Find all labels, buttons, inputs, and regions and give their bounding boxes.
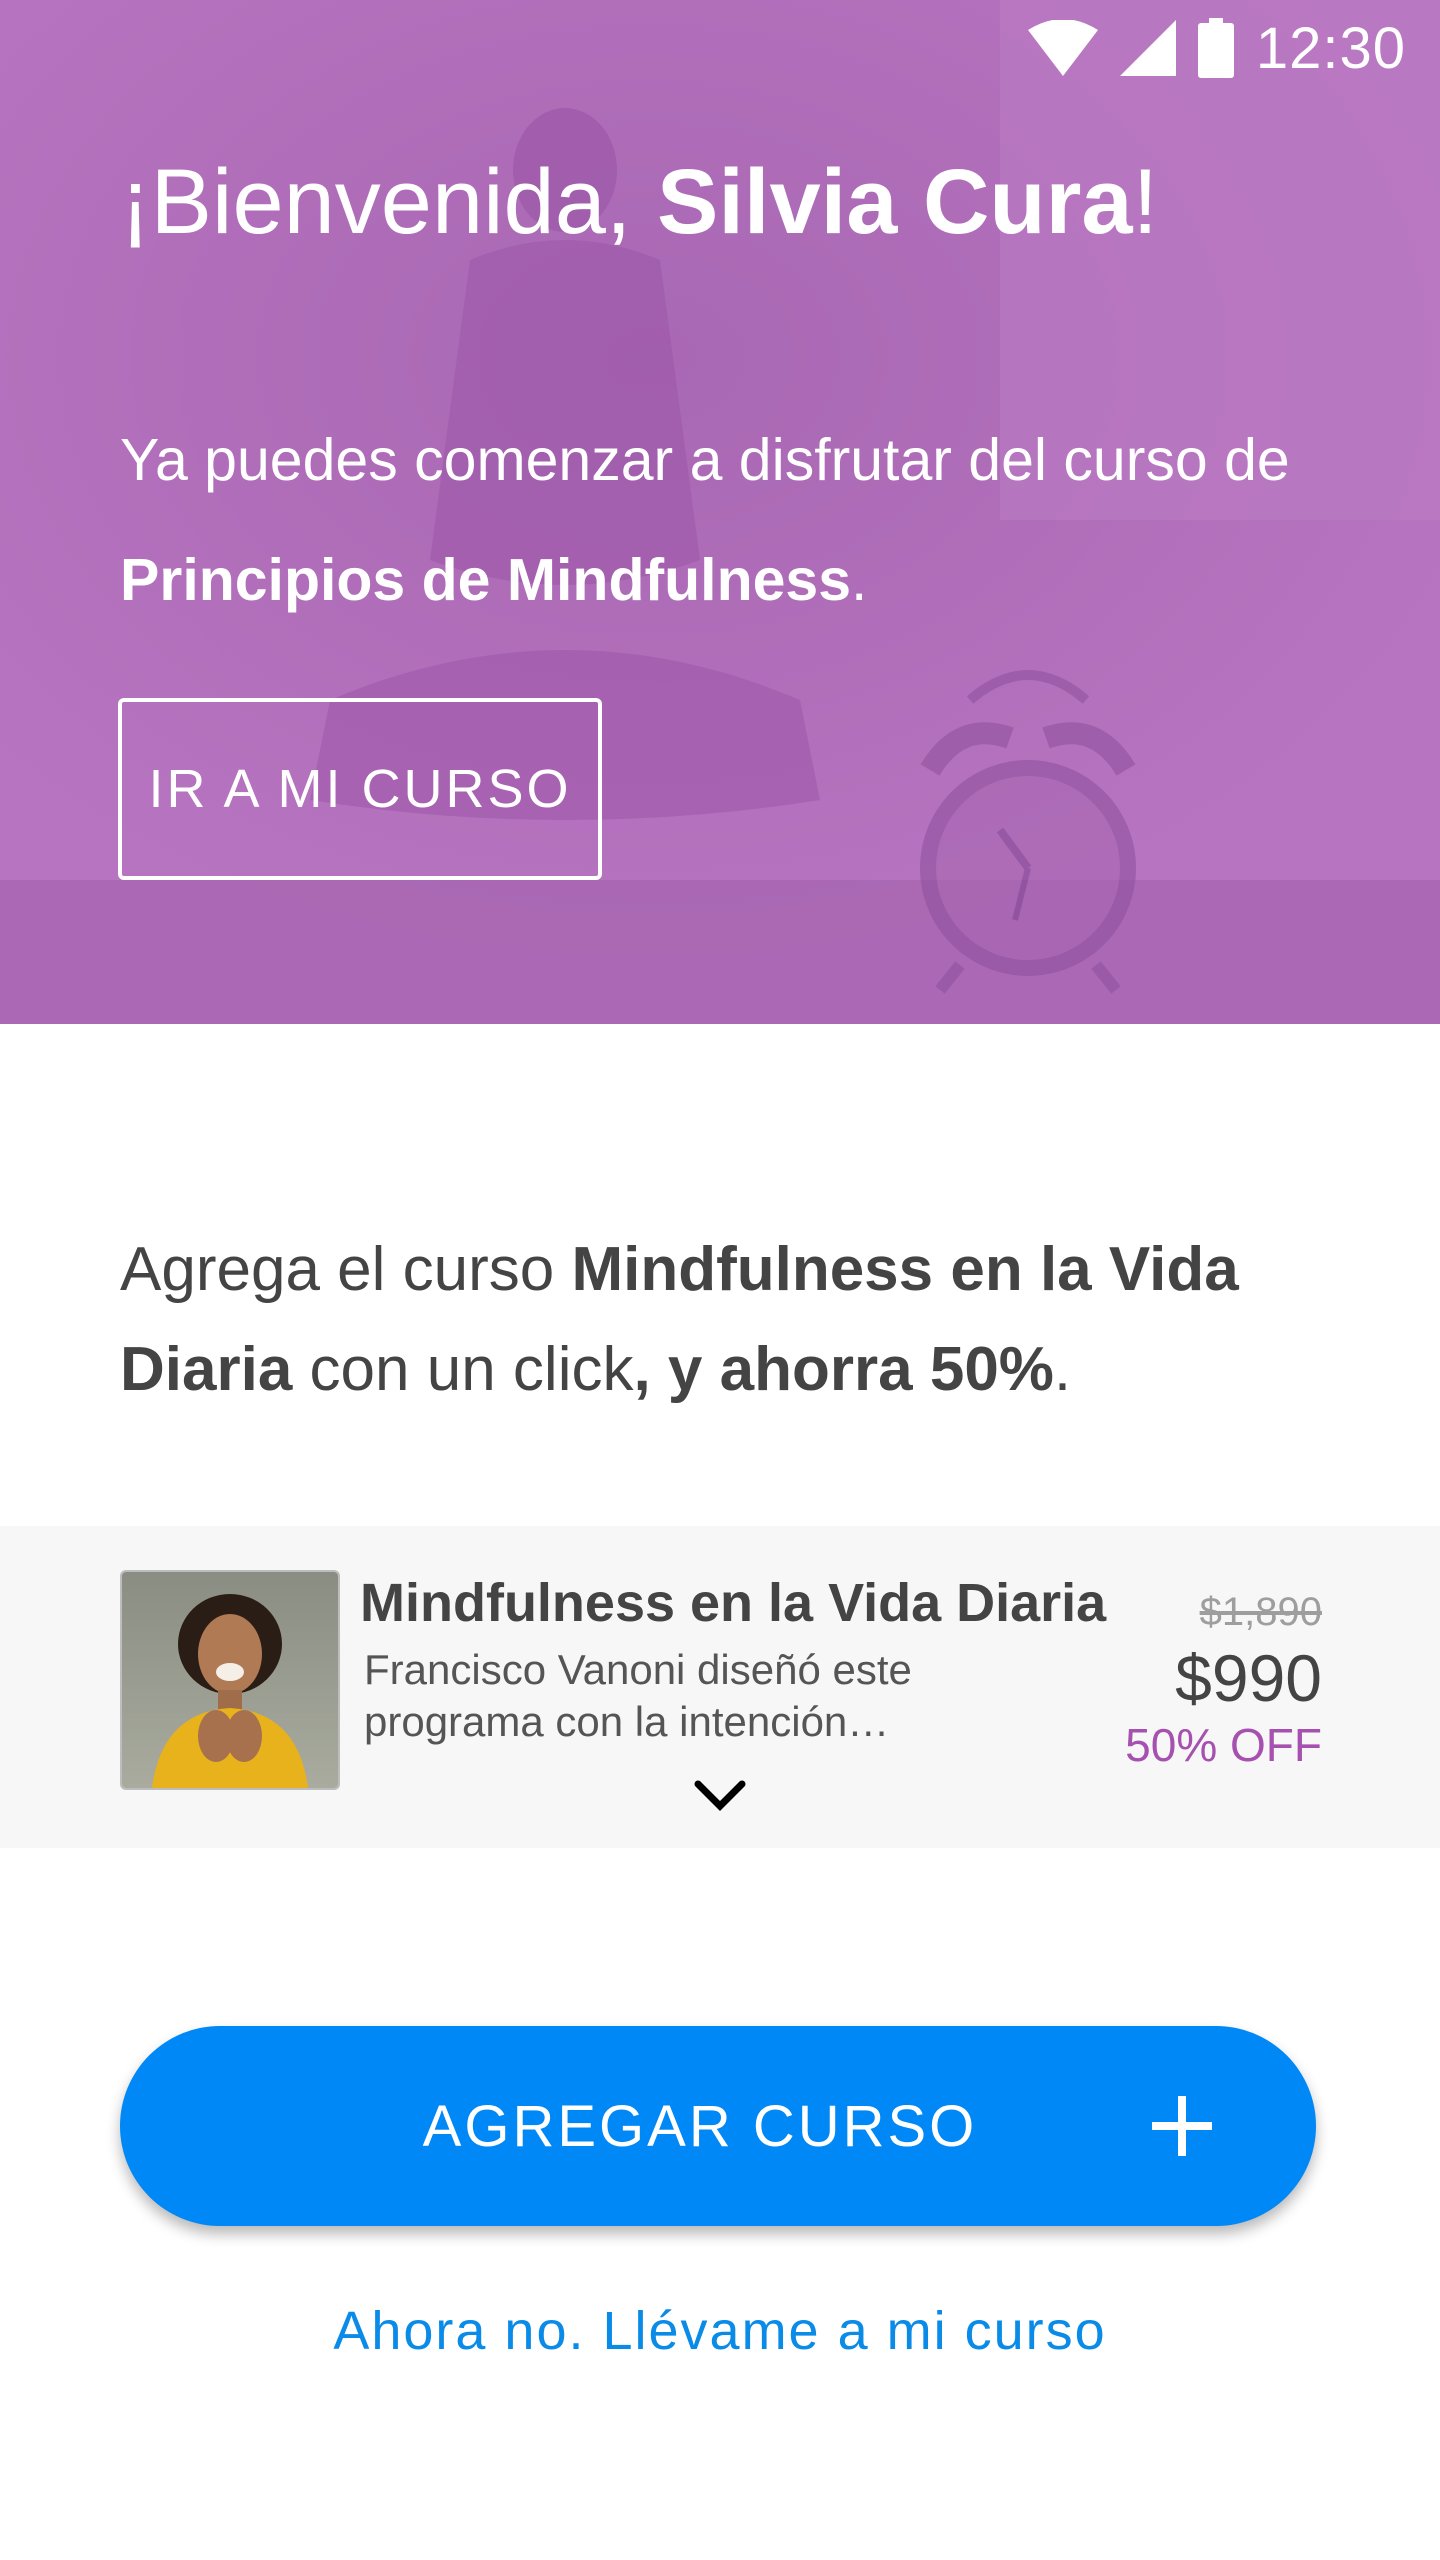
add-course-button[interactable]: AGREGAR CURSO bbox=[120, 2026, 1316, 2226]
greeting-suffix: ! bbox=[1132, 151, 1159, 253]
course-thumbnail bbox=[120, 1570, 340, 1790]
course-title: Mindfulness en la Vida Diaria bbox=[360, 1573, 1107, 1633]
intro-end: . bbox=[851, 547, 868, 613]
upsell-savings: , y ahorra 50% bbox=[633, 1335, 1054, 1404]
hero-banner: 12:30 ¡Bienvenida, Silvia Cura! Ya puede… bbox=[0, 0, 1440, 1024]
instructor-photo bbox=[122, 1572, 338, 1788]
intro-text: Ya puedes comenzar a disfrutar del curso… bbox=[120, 427, 1290, 493]
greeting-prefix: ¡Bienvenida, bbox=[120, 151, 657, 253]
welcome-message: Ya puedes comenzar a disfrutar del curso… bbox=[120, 400, 1360, 640]
plus-icon bbox=[1152, 2096, 1212, 2156]
purchased-course-name: Principios de Mindfulness bbox=[120, 547, 852, 613]
welcome-heading: ¡Bienvenida, Silvia Cura! bbox=[120, 150, 1158, 255]
sale-price: $990 bbox=[1175, 1641, 1322, 1715]
chevron-down-icon[interactable] bbox=[692, 1776, 748, 1816]
go-to-course-button[interactable]: IR A MI CURSO bbox=[118, 698, 602, 880]
discount-badge: 50% OFF bbox=[1125, 1719, 1322, 1771]
course-description: Francisco Vanoni diseñó este programa co… bbox=[364, 1646, 912, 1745]
add-course-label: AGREGAR CURSO bbox=[422, 2093, 978, 2159]
status-time: 12:30 bbox=[1255, 15, 1406, 81]
battery-icon bbox=[1197, 18, 1234, 78]
upsell-part1: Agrega el curso bbox=[120, 1235, 572, 1304]
upsell-part2: con un click bbox=[292, 1335, 634, 1404]
user-name: Silvia Cura bbox=[657, 151, 1133, 253]
upsell-part4: . bbox=[1053, 1335, 1072, 1404]
cellular-signal-icon bbox=[1119, 20, 1176, 76]
course-card[interactable]: Mindfulness en la Vida Diaria Francisco … bbox=[0, 1526, 1440, 1848]
wifi-icon bbox=[1027, 20, 1098, 76]
status-bar: 12:30 bbox=[0, 0, 1440, 96]
skip-to-course-link[interactable]: Ahora no. Llévame a mi curso bbox=[0, 2300, 1440, 2362]
original-price: $1,890 bbox=[1199, 1590, 1322, 1634]
upsell-message: Agrega el curso Mindfulness en la Vida D… bbox=[120, 1220, 1320, 1420]
